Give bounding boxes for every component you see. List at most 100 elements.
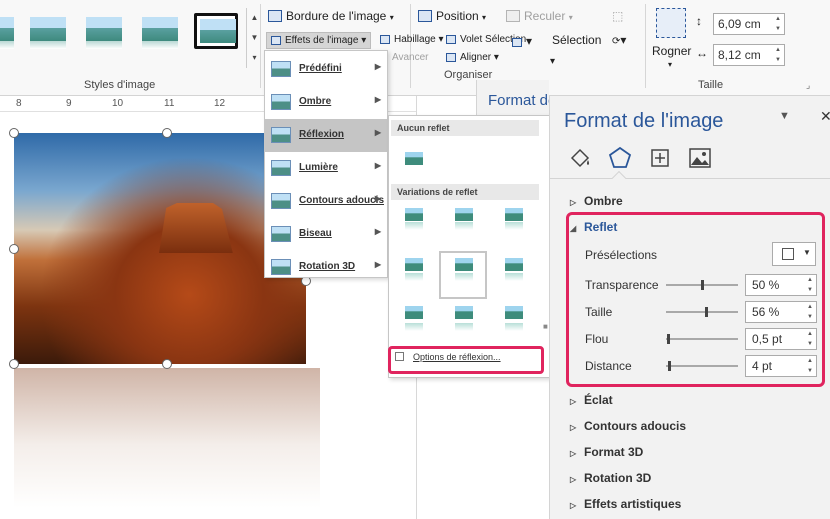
menu-item-reflection[interactable]: Réflexion ▶ — [265, 119, 387, 152]
send-backward-button[interactable]: Reculer ▾ — [506, 9, 573, 23]
rotation-3d-icon — [271, 259, 291, 275]
reflection-variation-option[interactable] — [405, 258, 423, 284]
section-soft-edges[interactable]: ▷ Contours adoucis — [570, 419, 686, 433]
group-dropdown[interactable]: ▾ — [512, 34, 532, 48]
picture-style-thumb[interactable] — [138, 13, 182, 49]
soft-edges-icon — [271, 193, 291, 209]
position-icon — [418, 10, 432, 22]
expand-icon: ▷ — [570, 501, 577, 510]
picture-style-thumb[interactable] — [26, 13, 70, 49]
layout-properties-tab[interactable] — [648, 146, 672, 170]
menu-item-shadow[interactable]: Ombre ▶ — [265, 86, 387, 119]
resize-handle[interactable] — [9, 128, 19, 138]
picture-reflection — [14, 368, 320, 508]
reflection-highlight-annotation — [566, 212, 825, 387]
ruler-tick-label: 11 — [164, 98, 175, 109]
chevron-right-icon: ▶ — [374, 161, 381, 170]
bevel-icon — [271, 226, 291, 242]
ruler-tick-label: 9 — [66, 98, 72, 109]
expand-icon: ▷ — [570, 423, 577, 432]
menu-item-preset[interactable]: Prédéfini ▶ — [265, 53, 387, 86]
no-reflection-header: Aucun reflet — [391, 120, 539, 136]
selection-pane-icon — [446, 35, 456, 44]
reflection-variation-option[interactable] — [505, 258, 523, 284]
group-objects-icon — [512, 38, 522, 47]
position-button[interactable]: Position ▾ — [418, 9, 486, 23]
group-icon[interactable]: ⬚ — [612, 9, 623, 23]
section-shadow[interactable]: ▷ Ombre — [570, 194, 623, 208]
bring-forward-button[interactable]: Avancer — [392, 52, 429, 63]
reflection-icon — [271, 127, 291, 143]
reflection-variation-option[interactable] — [405, 208, 423, 234]
gallery-scroll-icon[interactable]: ■ — [543, 322, 548, 331]
picture-tab[interactable] — [688, 146, 712, 170]
fill-line-tab[interactable] — [568, 146, 592, 170]
selection-button[interactable]: Sélection — [552, 33, 601, 47]
effects-tab[interactable] — [608, 146, 632, 170]
picture-style-thumb[interactable] — [0, 13, 18, 49]
section-artistic-effects[interactable]: ▷ Effets artistiques — [570, 497, 681, 511]
height-spinner[interactable]: ▲ ▼ — [772, 14, 784, 34]
variations-header: Variations de reflet — [391, 184, 539, 200]
resize-handle[interactable] — [9, 359, 19, 369]
size-properties-icon — [651, 149, 669, 167]
section-3d-format[interactable]: ▷ Format 3D — [570, 445, 643, 459]
reflection-variation-option[interactable] — [455, 306, 473, 332]
effects-icon — [271, 36, 281, 45]
resize-handle[interactable] — [162, 128, 172, 138]
pen-icon — [268, 10, 282, 22]
pane-header-partial: Format de — [488, 92, 557, 109]
chevron-right-icon: ▶ — [374, 194, 381, 203]
menu-item-bevel[interactable]: Biseau ▶ — [265, 218, 387, 251]
preset-icon — [271, 61, 291, 77]
width-spinner[interactable]: ▲ ▼ — [772, 45, 784, 65]
height-input[interactable]: 6,09 cm ▲ ▼ — [713, 13, 785, 35]
height-icon: ↕ — [696, 14, 702, 28]
reflection-variation-option[interactable] — [455, 208, 473, 234]
crop-button[interactable]: Rogner — [652, 44, 691, 58]
wrap-icon — [380, 35, 390, 44]
chevron-right-icon: ▶ — [374, 95, 381, 104]
expand-icon: ▷ — [570, 397, 577, 406]
picture-icon — [689, 148, 711, 168]
pane-title: Format de l'image — [564, 110, 724, 132]
resize-handle[interactable] — [162, 359, 172, 369]
picture-effects-menu: Prédéfini ▶ Ombre ▶ Réflexion ▶ Lumière … — [264, 50, 388, 278]
menu-item-3d-rotation[interactable]: Rotation 3D ▶ — [265, 251, 387, 284]
expand-icon: ▷ — [570, 449, 577, 458]
pane-header-behind: Format de — [476, 80, 556, 120]
menu-item-soft-edges[interactable]: Contours adoucis ▶ — [265, 185, 387, 218]
picture-effects-button[interactable]: Effets de l'image ▾ — [266, 32, 372, 49]
reflection-variation-option[interactable] — [505, 306, 523, 332]
reflection-variation-option[interactable] — [405, 306, 423, 332]
menu-item-glow[interactable]: Lumière ▶ — [265, 152, 387, 185]
crop-icon[interactable] — [656, 8, 686, 38]
send-backward-icon — [506, 10, 520, 22]
size-dialog-launcher-icon[interactable]: ⌟ — [806, 80, 810, 91]
pentagon-icon — [608, 146, 632, 168]
section-glow[interactable]: ▷ Éclat — [570, 393, 613, 407]
chevron-right-icon: ▶ — [374, 260, 381, 269]
wrap-text-button[interactable]: Habillage ▾ — [380, 34, 444, 45]
picture-border-button[interactable]: Bordure de l'image ▾ — [268, 9, 394, 23]
picture-style-thumb[interactable] — [82, 13, 126, 49]
rotate-button[interactable]: ⟳▾ — [612, 33, 626, 47]
width-input[interactable]: 8,12 cm ▲ ▼ — [713, 44, 785, 66]
crop-dropdown-arrow[interactable]: ▾ — [668, 60, 672, 69]
reflection-none-option[interactable] — [405, 152, 423, 178]
styles-group-label: Styles d'image — [84, 79, 156, 91]
ruler-tick-label: 8 — [16, 98, 22, 109]
reflection-variation-option[interactable] — [505, 208, 523, 234]
chevron-right-icon: ▶ — [374, 128, 381, 137]
ruler-tick-label: 10 — [112, 98, 124, 109]
overflow-arrow[interactable]: ▾ — [550, 56, 555, 67]
picture-style-thumb-selected[interactable] — [194, 13, 238, 49]
reflection-variation-option[interactable] — [455, 258, 473, 284]
paint-bucket-icon — [570, 148, 590, 168]
section-3d-rotation[interactable]: ▷ Rotation 3D — [570, 471, 651, 485]
pane-options-dropdown[interactable]: ▼ — [779, 110, 790, 122]
align-button[interactable]: Aligner ▾ — [446, 52, 499, 63]
chevron-right-icon: ▶ — [374, 227, 381, 236]
close-icon[interactable]: ✕ — [820, 108, 830, 125]
resize-handle[interactable] — [9, 244, 19, 254]
